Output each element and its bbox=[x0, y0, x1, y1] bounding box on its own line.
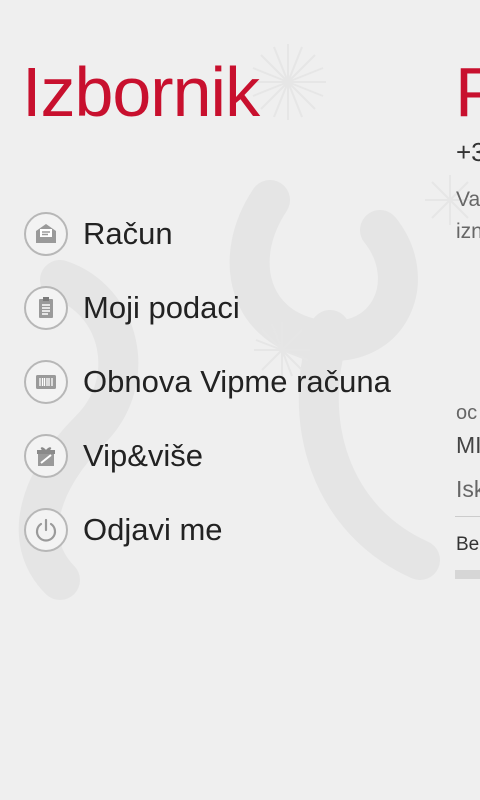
menu-item-label: Račun bbox=[83, 216, 173, 251]
menu-item-odjavi-me[interactable]: Odjavi me bbox=[24, 506, 391, 554]
progress-bar bbox=[455, 570, 480, 579]
divider bbox=[455, 516, 480, 517]
menu-item-label: Obnova Vipme računa bbox=[83, 364, 391, 399]
page-title: Izbornik bbox=[22, 53, 260, 131]
envelope-icon bbox=[24, 212, 68, 256]
menu-item-obnova-vipme-racuna[interactable]: Obnova Vipme računa bbox=[24, 358, 391, 406]
menu-item-racun[interactable]: Račun bbox=[24, 210, 391, 258]
next-panel-peek[interactable]: P +3 Va izn oc MI Isk Be bbox=[455, 0, 480, 800]
peek-text-line: oc bbox=[456, 402, 478, 424]
gift-icon bbox=[24, 434, 68, 478]
power-icon bbox=[24, 508, 68, 552]
peek-phone-number: +3 bbox=[456, 137, 480, 167]
peek-text-line: Be bbox=[456, 534, 480, 555]
menu-item-vip-vise[interactable]: Vip&više bbox=[24, 432, 391, 480]
menu-item-label: Vip&više bbox=[83, 438, 204, 473]
clipboard-icon bbox=[24, 286, 68, 330]
menu-item-moji-podaci[interactable]: Moji podaci bbox=[24, 284, 391, 332]
peek-text-line: Isk bbox=[456, 476, 480, 502]
menu-item-label: Odjavi me bbox=[83, 512, 223, 547]
main-menu: Račun Moji podaci Obnova Vipme računa Vi… bbox=[24, 210, 391, 580]
peek-text-line: izn bbox=[456, 220, 480, 243]
menu-item-label: Moji podaci bbox=[83, 290, 240, 325]
peek-text-line: MI bbox=[456, 432, 480, 458]
peek-text-line: Va bbox=[456, 188, 480, 211]
peek-title: P bbox=[455, 53, 480, 131]
barcode-card-icon bbox=[24, 360, 68, 404]
